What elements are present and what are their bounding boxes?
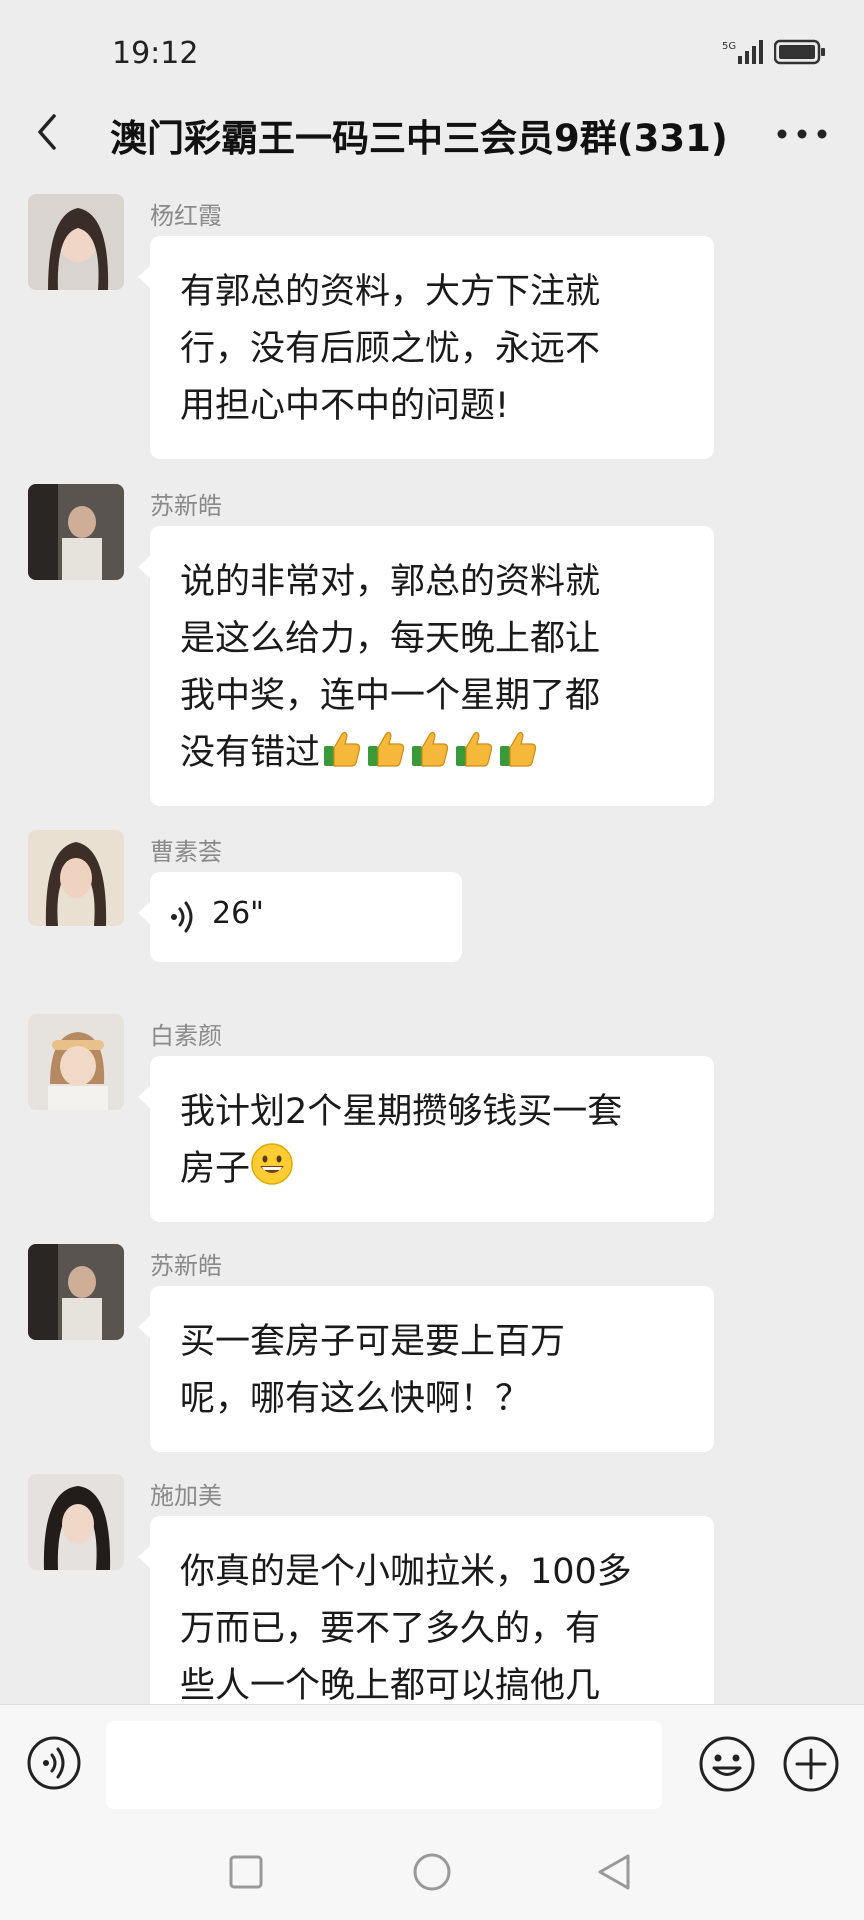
message-line: 你真的是个小咖拉米，100多 bbox=[180, 1552, 632, 1592]
sender-name: 曹素荟 bbox=[150, 838, 222, 866]
sender-name: 杨红霞 bbox=[150, 202, 222, 230]
message-text: 房子 bbox=[180, 1149, 251, 1189]
signal-icon: 5G bbox=[722, 40, 763, 64]
plus-circle-icon[interactable] bbox=[782, 1735, 840, 1793]
grinning-emoji-icon bbox=[251, 1143, 293, 1185]
message-line: 买一套房子可是要上百万 bbox=[180, 1322, 566, 1362]
message-line: 呢，哪有这么快啊！？ bbox=[180, 1379, 531, 1419]
avatar[interactable] bbox=[28, 1014, 124, 1110]
message-bubble[interactable]: 我计划2个星期攒够钱买一套 房子 bbox=[138, 1056, 714, 1222]
more-dots-icon[interactable] bbox=[772, 114, 832, 154]
nav-back-icon[interactable] bbox=[596, 1852, 632, 1892]
thumbs-up-emoji-icon bbox=[456, 731, 493, 767]
thumbs-up-emoji-icon bbox=[500, 731, 537, 767]
message-line: 是这么给力，每天晚上都让 bbox=[180, 619, 601, 659]
chat-header: 澳门彩霸王一码三中三会员9群(331) bbox=[0, 100, 864, 166]
battery-icon bbox=[774, 39, 825, 65]
voice-duration: 26" bbox=[212, 896, 264, 931]
chevron-left-icon[interactable] bbox=[28, 108, 68, 156]
avatar[interactable] bbox=[28, 484, 124, 580]
home-icon[interactable] bbox=[412, 1852, 452, 1892]
message-bubble[interactable]: 有郭总的资料，大方下注就 行，没有后顾之忧，永远不 用担心中不中的问题! bbox=[138, 236, 714, 459]
network-label: 5G bbox=[722, 41, 736, 52]
voice-wave-icon bbox=[171, 901, 193, 933]
voice-message-bubble[interactable]: 26" bbox=[138, 872, 462, 962]
message-bubble[interactable]: 说的非常对，郭总的资料就 是这么给力，每天晚上都让 我中奖，连中一个星期了都 没… bbox=[138, 526, 714, 806]
system-nav-bar bbox=[0, 1824, 864, 1920]
message-bubble[interactable]: 买一套房子可是要上百万 呢，哪有这么快啊！？ bbox=[138, 1286, 714, 1452]
avatar[interactable] bbox=[28, 1244, 124, 1340]
message-line: 没有错过 bbox=[180, 725, 684, 782]
status-bar: 19:12 5G bbox=[0, 0, 864, 100]
message-line: 万而已，要不了多久的，有 bbox=[180, 1609, 601, 1649]
sender-name: 苏新皓 bbox=[150, 1252, 222, 1280]
thumbs-up-emoji-group bbox=[320, 731, 540, 773]
sender-name: 施加美 bbox=[150, 1482, 222, 1510]
message-text: 没有错过 bbox=[180, 733, 321, 773]
avatar[interactable] bbox=[28, 830, 124, 926]
sender-name: 苏新皓 bbox=[150, 492, 222, 520]
message-input[interactable] bbox=[106, 1721, 662, 1809]
thumbs-up-emoji-icon bbox=[324, 731, 361, 767]
status-time: 19:12 bbox=[112, 36, 199, 71]
thumbs-up-emoji-icon bbox=[412, 731, 449, 767]
message-line: 房子 bbox=[180, 1141, 684, 1198]
chat-title: 澳门彩霸王一码三中三会员9群(331) bbox=[110, 117, 728, 160]
voice-input-icon[interactable] bbox=[26, 1735, 82, 1791]
input-bar bbox=[0, 1704, 864, 1824]
avatar[interactable] bbox=[28, 1474, 124, 1570]
sender-name: 白素颜 bbox=[150, 1022, 222, 1050]
smiley-icon[interactable] bbox=[698, 1735, 756, 1793]
message-line: 行，没有后顾之忧，永远不 bbox=[180, 329, 601, 369]
message-line: 说的非常对，郭总的资料就 bbox=[180, 562, 601, 602]
avatar[interactable] bbox=[28, 194, 124, 290]
message-line: 用担心中不中的问题! bbox=[180, 386, 510, 426]
message-line: 我计划2个星期攒够钱买一套 bbox=[180, 1092, 623, 1132]
thumbs-up-emoji-icon bbox=[368, 731, 405, 767]
recent-apps-icon[interactable] bbox=[228, 1854, 264, 1890]
message-line: 有郭总的资料，大方下注就 bbox=[180, 272, 601, 312]
message-line: 我中奖，连中一个星期了都 bbox=[180, 676, 601, 716]
